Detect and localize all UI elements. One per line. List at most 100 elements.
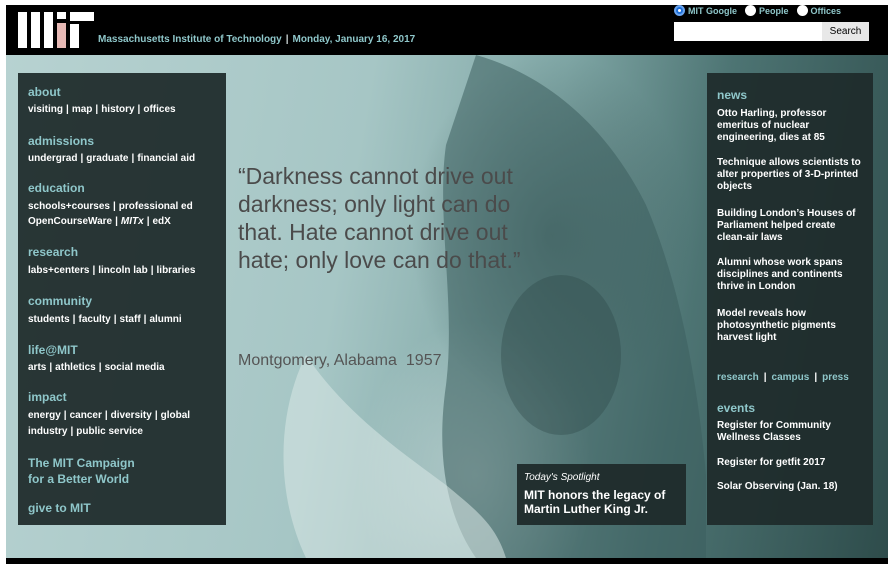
nav-link[interactable]: visiting [28,104,63,115]
header-separator: | [285,34,289,45]
event-item[interactable]: Solar Observing (Jan. 18) [717,481,867,493]
institution-name[interactable]: Massachusetts Institute of Technology [98,34,282,45]
nav-link[interactable]: industry [28,426,67,437]
link-separator: | [104,410,108,421]
nav-link[interactable]: arts [28,362,46,373]
nav-link[interactable]: history [101,104,134,115]
logo-bar [70,24,79,48]
link-separator: | [63,410,67,421]
link-separator: | [115,216,118,227]
nav-link[interactable]: OpenCourseWare [28,216,112,227]
nav-heading-about[interactable]: about [28,85,61,99]
news-category-link[interactable]: press [822,372,849,383]
logo-bar [18,12,27,48]
bottom-bar [6,558,888,564]
news-category-links: research | campus | press [717,372,849,383]
news-item[interactable]: Technique allows scientists to alter pro… [717,157,867,193]
mit-logo[interactable] [18,12,94,48]
radio-selected-icon[interactable] [674,5,685,16]
header-title: Massachusetts Institute of Technology | Mo… [98,34,415,45]
events-heading[interactable]: events [717,401,755,415]
news-item[interactable]: Model reveals how photosynthetic pigment… [717,308,867,344]
nav-link[interactable]: global [161,410,190,421]
event-item[interactable]: Register for getfit 2017 [717,457,867,469]
spotlight-title[interactable]: MIT honors the legacy of Martin Luther K… [524,488,684,516]
link-separator: | [131,153,135,164]
nav-link-row: industry | public service [28,426,143,437]
link-separator: | [146,216,150,227]
nav-link[interactable]: lincoln lab [98,265,147,276]
nav-link[interactable]: schools+courses [28,201,110,212]
news-item[interactable]: Building London’s Houses of Parliament h… [717,208,867,244]
radio-unselected-icon[interactable] [796,5,808,16]
nav-heading-research[interactable]: research [28,245,78,259]
search-scope-options: MIT Google People Offices [674,5,841,16]
link-separator: | [814,372,818,383]
give-to-mit-link[interactable]: give to MIT [28,501,91,515]
news-item[interactable]: Alumni whose work spans disciplines and … [717,257,867,293]
search-option-2[interactable]: Offices [796,5,842,16]
nav-link[interactable]: social media [105,362,165,373]
news-heading[interactable]: news [717,88,747,102]
nav-link[interactable]: energy [28,410,61,421]
search-option-0[interactable]: MIT Google [674,5,737,16]
nav-link[interactable]: cancer [70,410,102,421]
logo-bar [57,23,66,48]
nav-link-row: students | faculty | staff | alumni [28,314,182,325]
nav-link[interactable]: staff [120,314,141,325]
link-separator: | [72,314,76,325]
search-option-label: People [759,5,789,16]
link-separator: | [113,314,117,325]
spotlight-box[interactable]: Today's Spotlight MIT honors the legacy … [517,464,686,525]
nav-link[interactable]: faculty [78,314,110,325]
right-column: news Otto Harling, professor emeritus of… [707,73,873,525]
spotlight-label: Today's Spotlight [524,472,600,483]
nav-link[interactable]: labs+centers [28,265,89,276]
search-option-label: MIT Google [688,5,737,16]
nav-heading-community[interactable]: community [28,294,92,308]
link-separator: | [112,201,116,212]
quote-year: 1957 [405,352,442,369]
logo-bar [31,12,40,48]
nav-heading-impact[interactable]: impact [28,390,67,404]
search-button[interactable]: Search [822,22,869,41]
nav-link[interactable]: public service [76,426,143,437]
nav-link[interactable]: MITx [121,216,144,227]
link-separator: | [92,265,96,276]
link-separator: | [95,104,99,115]
nav-heading-education[interactable]: education [28,181,85,195]
search-option-label: Offices [810,5,842,16]
nav-link[interactable]: graduate [86,153,128,164]
nav-link[interactable]: students [28,314,70,325]
nav-link[interactable]: undergrad [28,153,77,164]
nav-link-row: undergrad | graduate | financial aid [28,153,195,164]
nav-link[interactable]: diversity [111,410,152,421]
news-item[interactable]: Otto Harling, professor emeritus of nucl… [717,108,867,144]
link-separator: | [66,104,69,115]
nav-link-row: energy | cancer | diversity | global [28,410,190,421]
search-input[interactable] [674,22,822,41]
news-category-link[interactable]: research [717,372,759,383]
search-option-1[interactable]: People [745,5,789,16]
quote-text: “Darkness cannot drive out darkness; onl… [238,163,521,273]
nav-link[interactable]: libraries [157,265,196,276]
link-separator: | [150,265,154,276]
nav-link[interactable]: edX [153,216,171,227]
campaign-link-line-1[interactable]: The MIT Campaign [28,456,135,470]
nav-link[interactable]: alumni [149,314,181,325]
nav-link[interactable]: offices [143,104,175,115]
campaign-link-line-2[interactable]: for a Better World [28,472,129,486]
nav-link[interactable]: financial aid [137,153,195,164]
nav-link[interactable]: athletics [55,362,96,373]
nav-link[interactable]: professional ed [119,201,193,212]
radio-unselected-icon[interactable] [745,5,756,16]
nav-link[interactable]: map [72,104,93,115]
nav-heading-admissions[interactable]: admissions [28,134,94,148]
link-separator: | [80,153,84,164]
nav-link-row: OpenCourseWare | MITx | edX [28,216,171,227]
event-item[interactable]: Register for Community Wellness Classes [717,420,867,444]
header-date: Monday, January 16, 2017 [292,34,416,45]
news-category-link[interactable]: campus [772,372,810,383]
nav-heading-life-mit[interactable]: life@MIT [28,343,78,357]
nav-link-row: arts | athletics | social media [28,362,165,373]
